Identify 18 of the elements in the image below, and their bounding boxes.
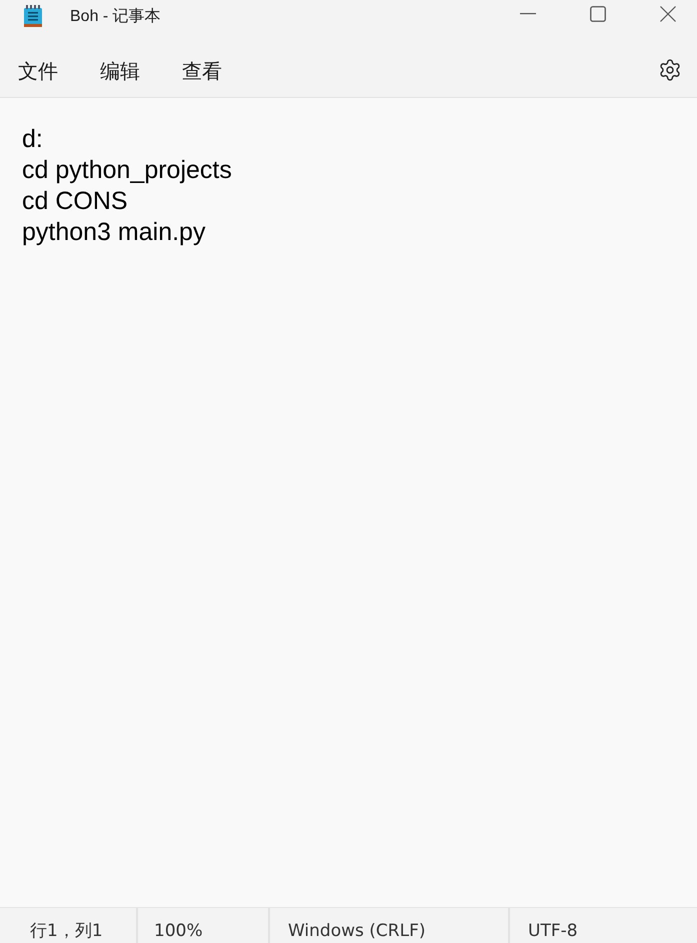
menu-item[interactable]: 查看 xyxy=(172,52,232,91)
status-text: Windows (CRLF) xyxy=(288,921,426,941)
menu-item[interactable]: 编辑 xyxy=(90,52,150,91)
notepad-icon xyxy=(24,5,42,27)
text-line: cd python_projects xyxy=(22,155,232,186)
window-title: Boh - 记事本 xyxy=(70,6,161,26)
text-line: cd CONS xyxy=(22,186,128,217)
settings-icon xyxy=(658,58,682,82)
minimize-icon xyxy=(520,13,536,15)
text-line: python3 main.py xyxy=(22,217,206,248)
close-icon xyxy=(660,6,676,22)
status-text: UTF-8 xyxy=(528,921,578,941)
menu-item[interactable]: 文件 xyxy=(8,52,68,91)
text-line: d: xyxy=(22,124,43,155)
text-editor[interactable]: d: cd python_projects cd CONS python3 main.py xyxy=(0,98,697,907)
status-text: 行1，列1 xyxy=(30,921,103,941)
status-text: 100% xyxy=(154,921,203,941)
maximize-icon xyxy=(590,6,606,22)
